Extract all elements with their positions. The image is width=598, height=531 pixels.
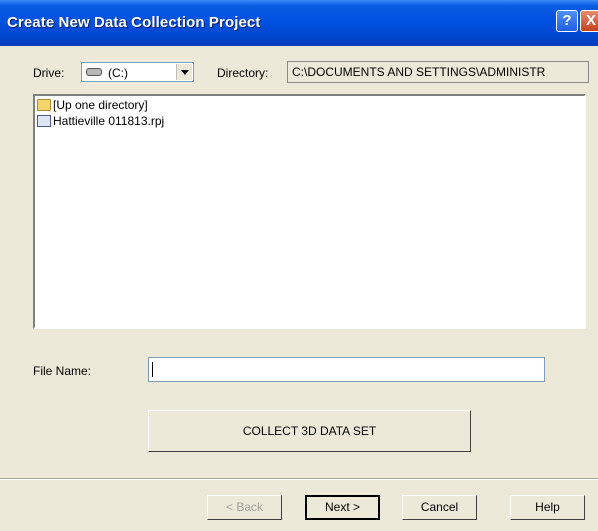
title-bar: Create New Data Collection Project ? X: [0, 0, 598, 46]
file-name-input[interactable]: [148, 357, 545, 382]
text-caret: [152, 362, 153, 377]
cancel-button[interactable]: Cancel: [402, 495, 477, 520]
drive-select[interactable]: (C:): [81, 62, 194, 82]
help-button[interactable]: Help: [510, 495, 585, 520]
back-button[interactable]: < Back: [207, 495, 282, 520]
help-title-button[interactable]: ?: [556, 10, 578, 32]
list-item-label: [Up one directory]: [53, 98, 148, 112]
project-file-icon: [37, 115, 51, 127]
directory-path: C:\DOCUMENTS AND SETTINGS\ADMINISTR: [287, 61, 589, 83]
close-button[interactable]: X: [580, 10, 598, 32]
list-item-label: Hattieville 011813.rpj: [53, 114, 165, 128]
folder-icon: [37, 99, 51, 111]
drive-icon: [86, 68, 102, 76]
directory-label: Directory:: [217, 66, 269, 80]
file-name-label: File Name:: [33, 364, 92, 378]
next-button[interactable]: Next >: [305, 495, 380, 520]
divider: [0, 478, 598, 480]
collect-3d-data-set-button[interactable]: COLLECT 3D DATA SET: [148, 410, 471, 452]
window-title: Create New Data Collection Project: [7, 14, 261, 31]
drive-value: (C:): [108, 66, 128, 80]
chevron-down-icon[interactable]: [176, 64, 192, 80]
drive-label: Drive:: [33, 66, 65, 80]
file-list[interactable]: [Up one directory] Hattieville 011813.rp…: [33, 94, 586, 329]
